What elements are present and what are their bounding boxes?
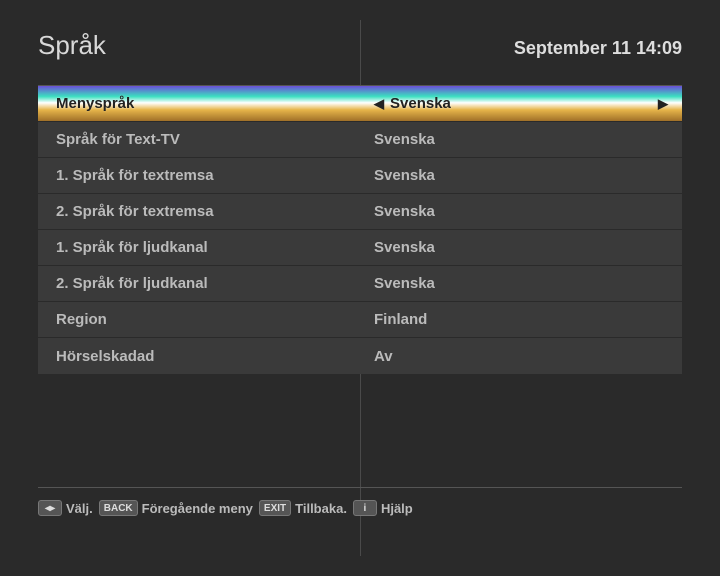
settings-row[interactable]: Menyspråk ◀ Svenska ▶ — [38, 86, 682, 122]
hint-label: Föregående meny — [142, 501, 253, 516]
setting-value-cell[interactable]: ◀ Svenska ▶ — [360, 95, 682, 112]
footer-divider — [38, 487, 682, 488]
setting-label: Hörselskadad — [38, 348, 360, 365]
key-icon: i — [353, 500, 377, 516]
settings-table: Menyspråk ◀ Svenska ▶ Språk för Text-TV Svens… — [38, 86, 682, 374]
setting-value-cell[interactable]: Svenska — [360, 275, 682, 292]
setting-value-cell[interactable]: Svenska — [360, 131, 682, 148]
hint-label: Välj. — [66, 501, 93, 516]
clock: September 11 14:09 — [514, 38, 682, 59]
hint-item: BACK Föregående meny — [99, 500, 253, 516]
screen-container: Språk September 11 14:09 Menyspråk ◀ Svens… — [0, 0, 720, 576]
arrow-right-icon[interactable]: ▶ — [658, 96, 668, 112]
hint-label: Hjälp — [381, 501, 413, 516]
setting-value-cell[interactable]: Av — [360, 348, 682, 365]
setting-value: Svenska — [374, 131, 435, 148]
setting-label: 2. Språk för textremsa — [38, 203, 360, 220]
hint-label: Tillbaka. — [295, 501, 347, 516]
settings-row[interactable]: Språk för Text-TV Svenska — [38, 122, 682, 158]
setting-value: Svenska — [374, 203, 435, 220]
setting-value: Svenska — [374, 167, 435, 184]
setting-value: Svenska — [390, 95, 451, 112]
settings-row[interactable]: 2. Språk för textremsa Svenska — [38, 194, 682, 230]
setting-value: Av — [374, 348, 393, 365]
settings-row[interactable]: Hörselskadad Av — [38, 338, 682, 374]
key-icon: EXIT — [259, 500, 291, 516]
settings-row[interactable]: 1. Språk för textremsa Svenska — [38, 158, 682, 194]
setting-value: Finland — [374, 311, 427, 328]
setting-label: 1. Språk för textremsa — [38, 167, 360, 184]
setting-value-cell[interactable]: Svenska — [360, 167, 682, 184]
settings-row[interactable]: Region Finland — [38, 302, 682, 338]
hint-item: EXIT Tillbaka. — [259, 500, 347, 516]
setting-label: 1. Språk för ljudkanal — [38, 239, 360, 256]
setting-value: Svenska — [374, 239, 435, 256]
page-title: Språk — [38, 30, 106, 61]
setting-label: 2. Språk för ljudkanal — [38, 275, 360, 292]
setting-label: Region — [38, 311, 360, 328]
footer: ◂▸ Välj. BACK Föregående meny EXIT Tillbaka. i… — [38, 487, 682, 516]
setting-value-cell[interactable]: Finland — [360, 311, 682, 328]
setting-value: Svenska — [374, 275, 435, 292]
hint-item: i Hjälp — [353, 500, 413, 516]
key-icon: ◂▸ — [38, 500, 62, 516]
setting-value-cell[interactable]: Svenska — [360, 239, 682, 256]
settings-row[interactable]: 2. Språk för ljudkanal Svenska — [38, 266, 682, 302]
hint-item: ◂▸ Välj. — [38, 500, 93, 516]
setting-label: Språk för Text-TV — [38, 131, 360, 148]
header: Språk September 11 14:09 — [38, 30, 682, 61]
setting-value-cell[interactable]: Svenska — [360, 203, 682, 220]
footer-hints: ◂▸ Välj. BACK Föregående meny EXIT Tillbaka. i… — [38, 500, 682, 516]
settings-row[interactable]: 1. Språk för ljudkanal Svenska — [38, 230, 682, 266]
arrow-left-icon[interactable]: ◀ — [374, 96, 384, 112]
key-icon: BACK — [99, 500, 138, 516]
setting-label: Menyspråk — [38, 95, 360, 112]
